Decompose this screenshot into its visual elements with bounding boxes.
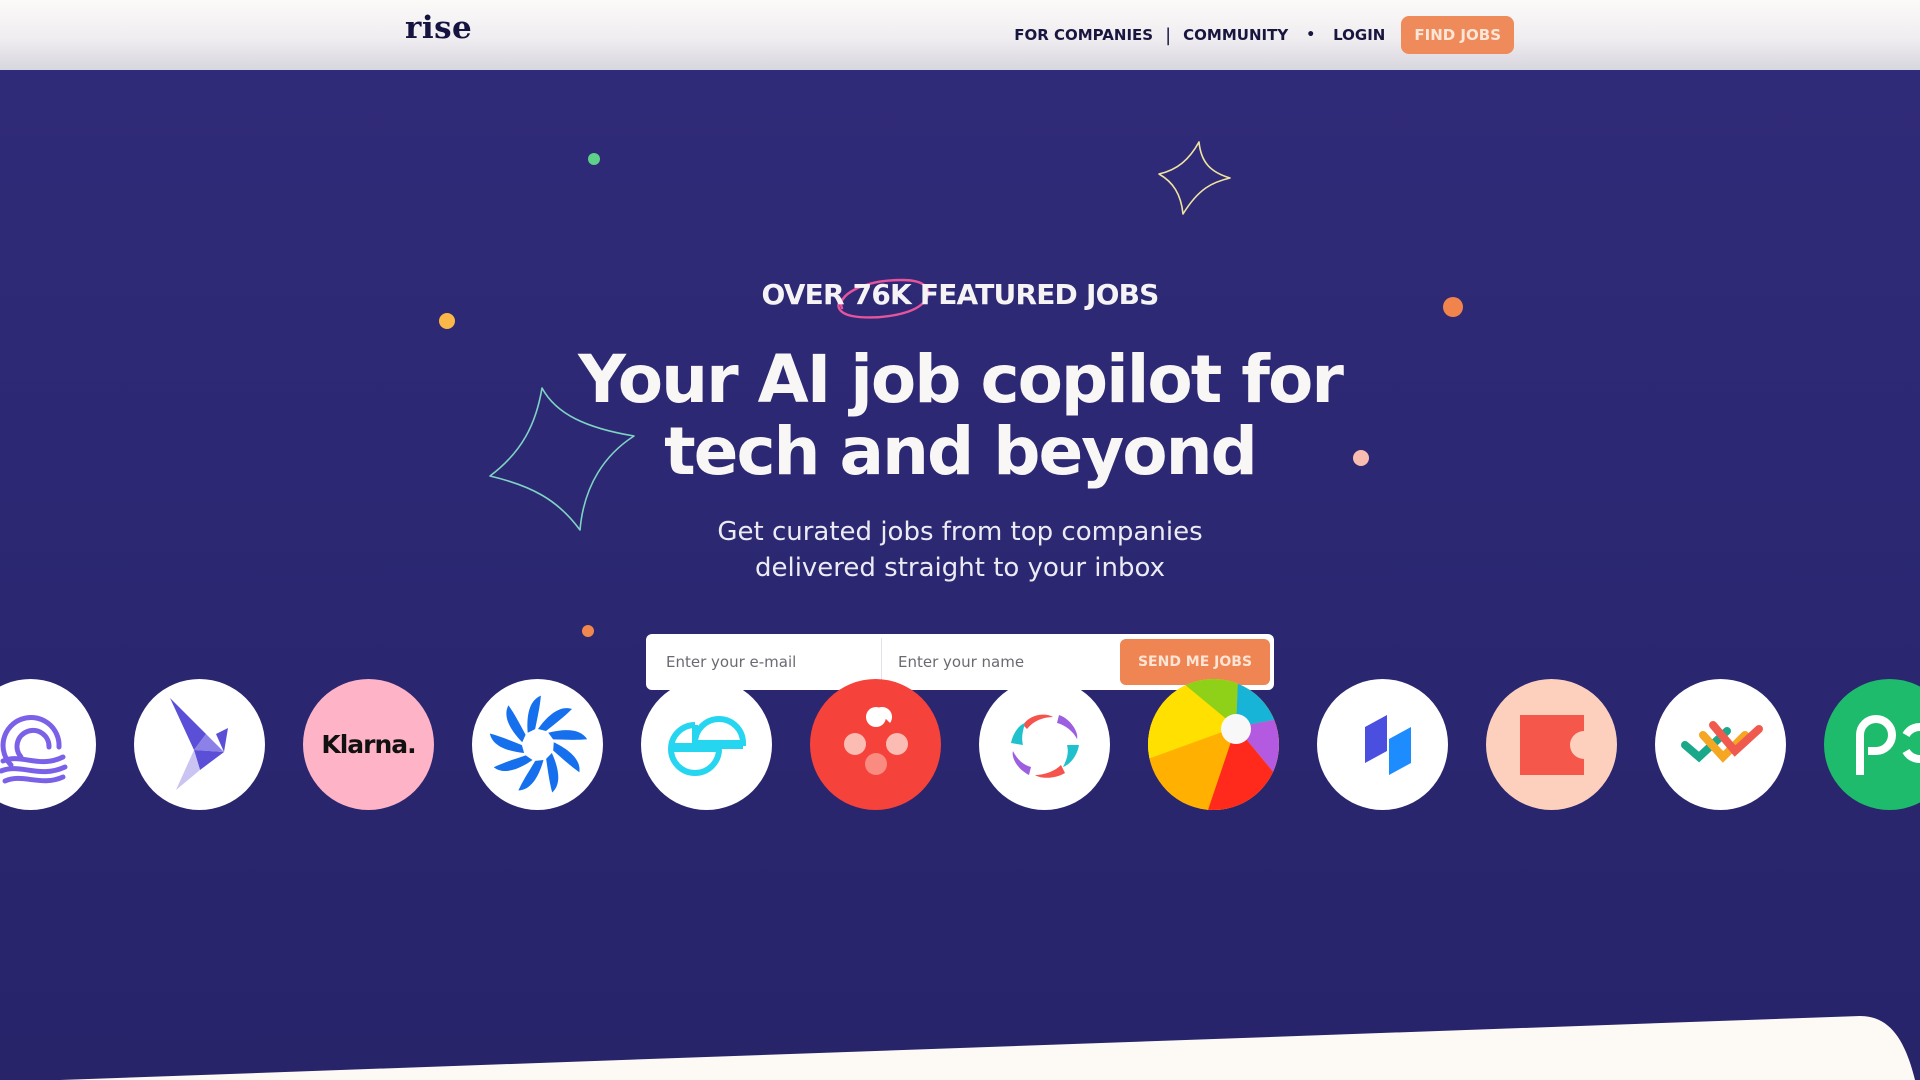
- origami-bird-logo[interactable]: [134, 679, 265, 810]
- beach-ball-logo[interactable]: [1148, 679, 1279, 810]
- kicker-text: OVER 76K FEATURED JOBS: [761, 278, 1160, 311]
- bottom-section-curve: [60, 1016, 1915, 1080]
- wave-rings-logo[interactable]: [0, 679, 96, 810]
- hero-subtitle: Get curated jobs from top companies deli…: [0, 514, 1920, 586]
- red-petals-logo[interactable]: [810, 679, 941, 810]
- wave-rings-icon: [0, 714, 67, 783]
- beach-ball-icon: [1148, 679, 1279, 810]
- nav-for-companies[interactable]: FOR COMPANIES: [1014, 26, 1153, 44]
- multicolor-ring-icon: [1010, 714, 1079, 778]
- green-pc-logo[interactable]: [1824, 679, 1920, 810]
- hero-headline: Your AI job copilot for tech and beyond: [0, 344, 1920, 488]
- nav-login[interactable]: LOGIN: [1333, 26, 1385, 44]
- blue-swirl-icon: [489, 695, 587, 792]
- blue-blocks-logo[interactable]: [1317, 679, 1448, 810]
- featured-jobs-kicker: OVER 76K FEATURED JOBS: [0, 278, 1920, 319]
- hero-section: OVER 76K FEATURED JOBS Your AI job copil…: [0, 70, 1920, 1080]
- blue-swirl-logo[interactable]: [472, 679, 603, 810]
- nav-separator: |: [1165, 24, 1172, 46]
- nav-community[interactable]: COMMUNITY: [1183, 26, 1288, 44]
- origami-bird-icon: [169, 697, 228, 790]
- nav-dot-separator: •: [1306, 27, 1316, 43]
- subtitle-line-2: delivered straight to your inbox: [754, 553, 1166, 583]
- yellow-dot-decoration: [439, 313, 455, 329]
- coda-icon: [1519, 714, 1584, 775]
- headline-line-1: Your AI job copilot for: [578, 341, 1344, 418]
- headline-line-2: tech and beyond: [664, 413, 1258, 490]
- subtitle-line-1: Get curated jobs from top companies: [717, 517, 1203, 547]
- main-nav: FOR COMPANIES | COMMUNITY • LOGIN FIND J…: [1014, 16, 1514, 54]
- klarna-logo[interactable]: Klarna.: [303, 679, 434, 810]
- small-orange-dot-decoration: [582, 625, 594, 637]
- multicolor-ring-logo[interactable]: [979, 679, 1110, 810]
- coda-logo[interactable]: [1486, 679, 1617, 810]
- blue-blocks-icon: [1364, 714, 1411, 775]
- yellow-sparkle-icon: [1158, 141, 1231, 215]
- rise-logo[interactable]: rise: [405, 10, 472, 46]
- find-jobs-button[interactable]: FIND JOBS: [1401, 16, 1514, 54]
- gemini-icon: [667, 715, 746, 776]
- red-petals-icon: [843, 706, 908, 775]
- green-pc-icon: [1856, 714, 1920, 775]
- swirl-petal: [537, 707, 572, 731]
- company-logo-carousel: Klarna.: [0, 679, 1920, 810]
- green-dot-decoration: [588, 153, 600, 165]
- gemini-logo[interactable]: [641, 679, 772, 810]
- site-header: rise FOR COMPANIES | COMMUNITY • LOGIN F…: [0, 0, 1920, 70]
- woven-chevrons-icon: [1680, 720, 1763, 763]
- klarna-wordmark: Klarna.: [321, 730, 416, 759]
- woven-chevrons-logo[interactable]: [1655, 679, 1786, 810]
- swirl-petal: [505, 704, 526, 742]
